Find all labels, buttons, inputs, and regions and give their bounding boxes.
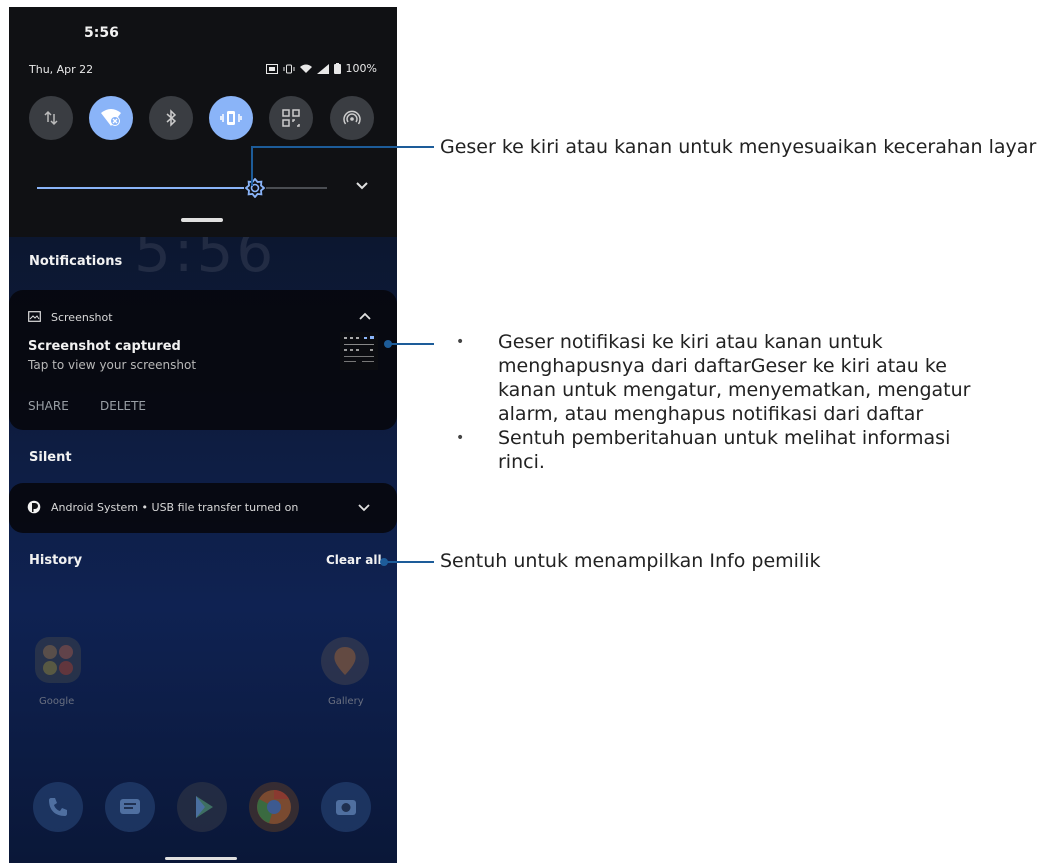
hotspot-icon bbox=[343, 110, 361, 125]
history-button[interactable]: History bbox=[29, 553, 82, 568]
data-transfer-icon bbox=[44, 110, 58, 126]
share-action[interactable]: SHARE bbox=[28, 399, 69, 413]
phone-screen: 5:56 Google Gallery 5:56 Thu, Apr 22 100… bbox=[9, 7, 397, 863]
brightness-thumb[interactable] bbox=[243, 177, 266, 199]
brightness-slider[interactable] bbox=[37, 177, 327, 199]
wifi-off-icon bbox=[101, 109, 121, 126]
notification-callout-list: Geser notifikasi ke kiri atau kanan untu… bbox=[456, 330, 986, 474]
vibrate-icon bbox=[220, 111, 242, 125]
clear-all-callout-text: Sentuh untuk menampilkan Info pemilik bbox=[440, 550, 821, 572]
messages-app-icon bbox=[105, 782, 155, 832]
brightness-icon bbox=[244, 178, 265, 198]
camera-icon bbox=[321, 782, 371, 832]
status-time: 5:56 bbox=[84, 25, 119, 41]
qr-scan-tile[interactable] bbox=[269, 96, 313, 140]
delete-action[interactable]: DELETE bbox=[100, 399, 146, 413]
vibrate-tile[interactable] bbox=[209, 96, 253, 140]
silent-header: Silent bbox=[29, 450, 72, 465]
screenshot-thumbnail[interactable] bbox=[340, 332, 378, 370]
collapse-chevron-icon[interactable] bbox=[358, 311, 372, 321]
wifi-tile[interactable] bbox=[89, 96, 133, 140]
gallery-icon bbox=[321, 637, 369, 685]
status-date: Thu, Apr 22 bbox=[29, 63, 94, 76]
quick-settings-panel: 5:56 Thu, Apr 22 100% bbox=[9, 7, 397, 237]
usb-notification-text: Android System • USB file transfer turne… bbox=[51, 501, 299, 514]
phone-app-icon bbox=[33, 782, 83, 832]
hotspot-tile[interactable] bbox=[330, 96, 374, 140]
notification-title: Screenshot captured bbox=[28, 339, 181, 354]
home-gesture-bar[interactable] bbox=[165, 857, 237, 860]
gallery-label: Gallery bbox=[328, 696, 364, 707]
expand-chevron-icon[interactable] bbox=[355, 180, 369, 192]
signal-icon bbox=[316, 63, 329, 74]
expand-notification-chevron-icon[interactable] bbox=[357, 503, 371, 513]
play-store-icon bbox=[177, 782, 227, 832]
bluetooth-icon bbox=[166, 109, 177, 127]
vibrate-status-icon bbox=[283, 64, 295, 73]
chrome-icon bbox=[249, 782, 299, 832]
brightness-callout-text: Geser ke kiri atau kanan untuk menyesuai… bbox=[440, 136, 1037, 158]
notification-body: Tap to view your screenshot bbox=[28, 358, 197, 372]
notification-callout-line bbox=[388, 343, 434, 345]
clear-all-button[interactable]: Clear all bbox=[326, 553, 382, 567]
status-icons: 100% bbox=[265, 62, 377, 75]
brightness-callout-vertical bbox=[251, 146, 253, 186]
callout-bullet-tap: Sentuh pemberitahuan untuk melihat infor… bbox=[456, 426, 986, 474]
callout-bullet-swipe: Geser notifikasi ke kiri atau kanan untu… bbox=[456, 330, 986, 426]
clear-all-callout-line bbox=[384, 561, 434, 563]
usb-notification[interactable]: Android System • USB file transfer turne… bbox=[9, 483, 397, 533]
notification-app-name: Screenshot bbox=[51, 311, 113, 324]
data-transfer-tile[interactable] bbox=[29, 96, 73, 140]
nfc-icon bbox=[265, 63, 278, 74]
battery-icon bbox=[333, 63, 341, 74]
screenshot-notification[interactable]: Screenshot Screenshot captured Tap to vi… bbox=[9, 290, 397, 430]
panel-drag-handle[interactable] bbox=[181, 218, 223, 222]
qr-scan-icon bbox=[282, 109, 300, 127]
wifi-status-icon bbox=[299, 64, 312, 73]
notifications-header: Notifications bbox=[29, 254, 123, 269]
bluetooth-tile[interactable] bbox=[149, 96, 193, 140]
screenshot-app-icon bbox=[28, 311, 41, 322]
google-folder-label: Google bbox=[39, 696, 75, 707]
google-folder-icon bbox=[35, 637, 81, 683]
battery-percent: 100% bbox=[345, 62, 377, 75]
brightness-callout-line bbox=[251, 146, 434, 148]
android-system-icon bbox=[27, 500, 41, 514]
brightness-slider-fill bbox=[37, 187, 255, 189]
